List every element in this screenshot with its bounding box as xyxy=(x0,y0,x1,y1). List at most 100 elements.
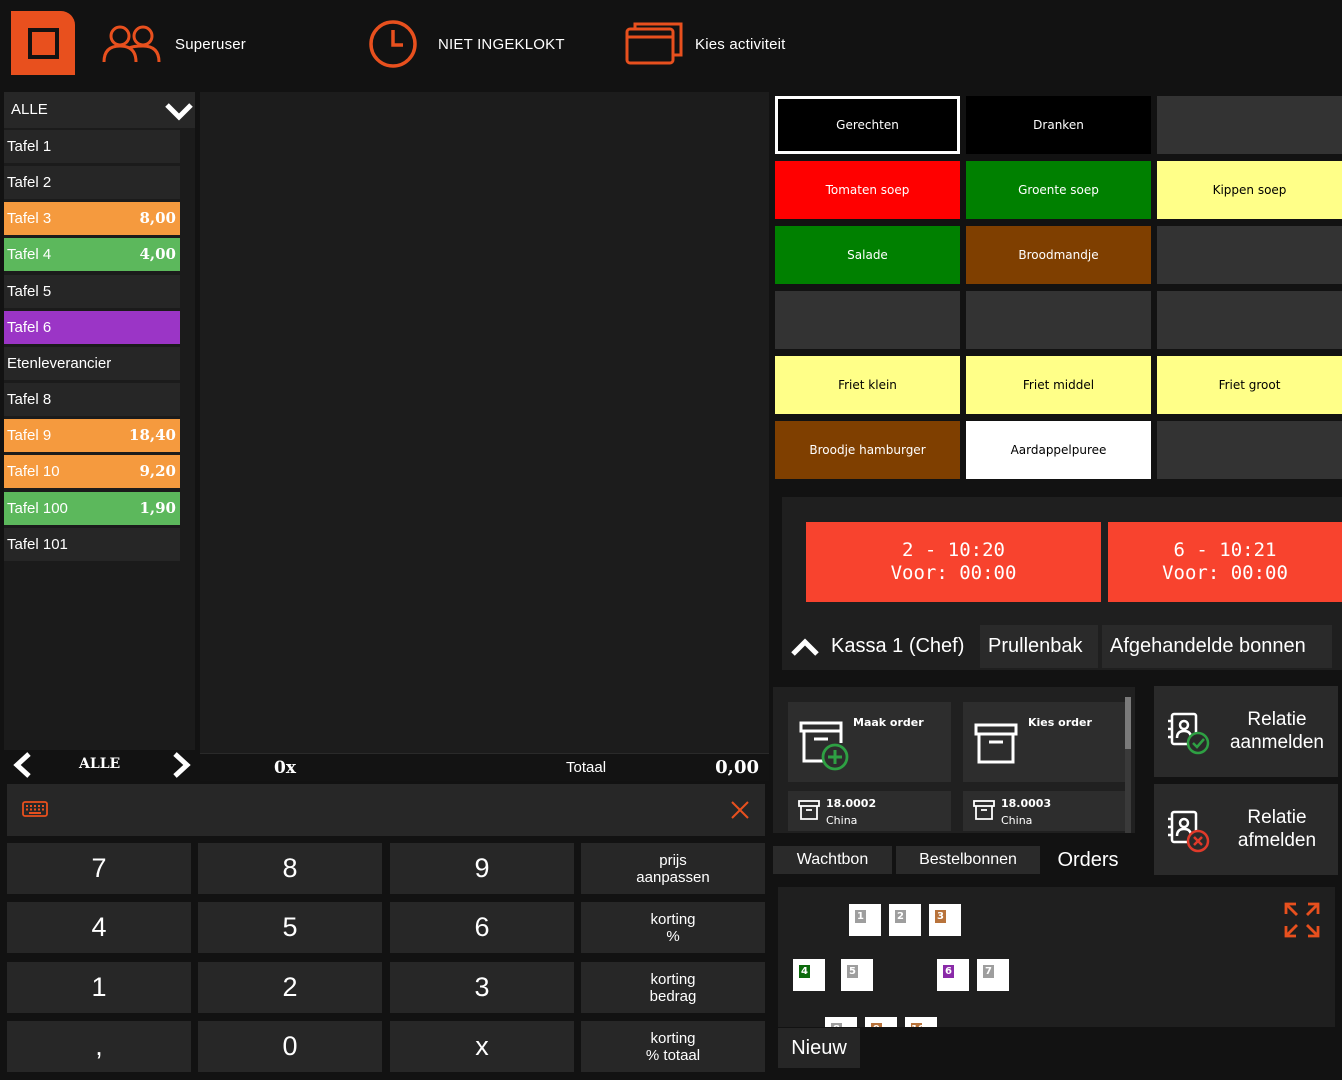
user-button[interactable]: Superuser xyxy=(101,0,246,88)
keypad-function-button[interactable]: korting bedrag xyxy=(581,962,765,1013)
keypad-key[interactable]: 6 xyxy=(390,902,574,953)
chevron-left-icon[interactable] xyxy=(12,752,34,778)
product-button[interactable]: Dranken xyxy=(966,96,1151,154)
empty-product-slot[interactable] xyxy=(775,291,960,349)
orders-scrollbar[interactable] xyxy=(1125,697,1131,833)
product-button[interactable]: Broodje hamburger xyxy=(775,421,960,479)
product-label: Dranken xyxy=(1033,118,1084,132)
kitchen-ticket[interactable]: 2 - 10:20 Voor: 00:00 xyxy=(806,522,1101,602)
empty-product-slot[interactable] xyxy=(1157,421,1342,479)
tab-kassa[interactable]: Kassa 1 (Chef) xyxy=(782,625,975,668)
product-button[interactable]: Salade xyxy=(775,226,960,284)
product-button[interactable]: Aardappelpuree xyxy=(966,421,1151,479)
product-button[interactable]: Kippen soep xyxy=(1157,161,1342,219)
floor-table[interactable]: 1 xyxy=(849,904,881,936)
keypad-key[interactable]: 2 xyxy=(198,962,382,1013)
floor-table[interactable]: 6 xyxy=(937,959,969,991)
clock-button[interactable]: NIET INGEKLOKT xyxy=(368,0,565,88)
table-item[interactable]: Tafel 9 18,40 xyxy=(4,419,180,453)
table-item[interactable]: Tafel 2 xyxy=(4,166,180,200)
keypad-key[interactable]: , xyxy=(7,1021,191,1072)
table-name: Tafel 9 xyxy=(7,427,52,445)
kitchen-ticket[interactable]: 6 - 10:21 Voor: 00:00 xyxy=(1108,522,1342,602)
product-button[interactable]: Friet groot xyxy=(1157,356,1342,414)
order-list-item[interactable]: 18.0003 China xyxy=(963,791,1126,831)
chevron-right-icon[interactable] xyxy=(170,752,192,778)
order-list-item[interactable]: 18.0002 China xyxy=(788,791,951,831)
table-item[interactable]: Tafel 100 1,90 xyxy=(4,491,180,525)
floor-table[interactable]: 2 xyxy=(889,904,921,936)
order-totals: 0x Totaal 0,00 xyxy=(200,753,769,781)
empty-product-slot[interactable] xyxy=(1157,291,1342,349)
tab-wachtbon-label: Wachtbon xyxy=(796,851,869,868)
product-label: Friet groot xyxy=(1218,378,1281,392)
floor-table[interactable]: 8 xyxy=(825,1017,857,1027)
floor-table[interactable]: 4 xyxy=(793,959,825,991)
keypad-function-button[interactable]: prijs aanpassen xyxy=(581,843,765,894)
choose-order-button[interactable]: Kies order xyxy=(963,702,1126,782)
keypad-key[interactable]: 0 xyxy=(198,1021,382,1072)
table-item[interactable]: Tafel 6 xyxy=(4,310,180,344)
tab-afgehandelde-bonnen[interactable]: Afgehandelde bonnen xyxy=(1102,625,1332,668)
empty-product-slot[interactable] xyxy=(1157,96,1342,154)
product-label: Aardappelpuree xyxy=(1010,443,1107,457)
keypad-key[interactable]: 8 xyxy=(198,843,382,894)
relation-login-button[interactable]: Relatie aanmelden xyxy=(1154,686,1338,777)
numeric-input[interactable] xyxy=(7,784,765,836)
floor-table[interactable]: 3 xyxy=(929,904,961,936)
table-item[interactable]: Tafel 3 8,00 xyxy=(4,202,180,236)
expand-icon[interactable] xyxy=(1284,902,1320,938)
activity-button[interactable]: Kies activiteit xyxy=(625,0,786,88)
function-label-line1: korting xyxy=(650,910,696,928)
floor-plan[interactable]: 1 2 3 4 5 6 7 8 9 10 xyxy=(778,887,1335,1027)
floor-table[interactable]: 5 xyxy=(841,959,873,991)
new-button[interactable]: Nieuw xyxy=(778,1028,860,1068)
keypad-function-button[interactable]: korting% xyxy=(581,902,765,953)
table-item[interactable]: Tafel 5 xyxy=(4,274,180,308)
table-item[interactable]: Tafel 1 xyxy=(4,130,180,163)
keypad-key[interactable]: 4 xyxy=(7,902,191,953)
table-name: Tafel 4 xyxy=(7,246,52,264)
keypad-function-button[interactable]: korting% totaal xyxy=(581,1021,765,1072)
product-button[interactable]: Friet klein xyxy=(775,356,960,414)
user-name: Superuser xyxy=(175,35,247,53)
table-item[interactable]: Etenleverancier xyxy=(4,346,180,380)
keypad-key[interactable]: 1 xyxy=(7,962,191,1013)
relation-logout-line1: Relatie xyxy=(1247,807,1307,828)
table-item[interactable]: Tafel 4 4,00 xyxy=(4,238,180,272)
keypad-key[interactable]: 9 xyxy=(390,843,574,894)
clear-icon[interactable] xyxy=(730,800,750,820)
floor-table[interactable]: 10 xyxy=(905,1017,937,1027)
table-item[interactable]: Tafel 101 xyxy=(4,527,180,561)
keypad-key[interactable]: 3 xyxy=(390,962,574,1013)
product-button[interactable]: Gerechten xyxy=(775,96,960,154)
tab-orders[interactable]: Orders xyxy=(1044,846,1132,874)
product-button[interactable]: Groente soep xyxy=(966,161,1151,219)
floor-table[interactable]: 9 xyxy=(865,1017,897,1027)
tab-kassa-label: Kassa 1 (Chef) xyxy=(831,635,965,657)
keyboard-icon[interactable] xyxy=(22,801,48,817)
floor-table[interactable]: 7 xyxy=(977,959,1009,991)
relation-logout-button[interactable]: Relatie afmelden xyxy=(1154,784,1338,875)
product-button[interactable]: Tomaten soep xyxy=(775,161,960,219)
tab-prullenbak[interactable]: Prullenbak xyxy=(980,625,1098,668)
scrollbar-thumb[interactable] xyxy=(1125,697,1131,749)
product-button[interactable]: Friet middel xyxy=(966,356,1151,414)
table-name: Tafel 10 xyxy=(7,463,60,481)
order-lines[interactable] xyxy=(200,92,769,753)
table-filter-dropdown[interactable]: ALLE xyxy=(4,92,195,128)
empty-product-slot[interactable] xyxy=(1157,226,1342,284)
tab-wachtbon[interactable]: Wachtbon xyxy=(773,846,892,874)
table-item[interactable]: Tafel 8 xyxy=(4,383,180,417)
product-button[interactable]: Broodmandje xyxy=(966,226,1151,284)
keypad-key[interactable]: 7 xyxy=(7,843,191,894)
keypad-key[interactable]: 5 xyxy=(198,902,382,953)
empty-product-slot[interactable] xyxy=(966,291,1151,349)
make-order-button[interactable]: Maak order xyxy=(788,702,951,782)
keypad-key[interactable]: x xyxy=(390,1021,574,1072)
table-item[interactable]: Tafel 10 9,20 xyxy=(4,455,180,489)
tab-bestelbonnen[interactable]: Bestelbonnen xyxy=(896,846,1040,874)
table-name: Tafel 5 xyxy=(7,282,52,300)
function-label-line2: aanpassen xyxy=(636,868,710,886)
top-bar: Superuser NIET INGEKLOKT Kies activiteit xyxy=(0,0,1342,88)
